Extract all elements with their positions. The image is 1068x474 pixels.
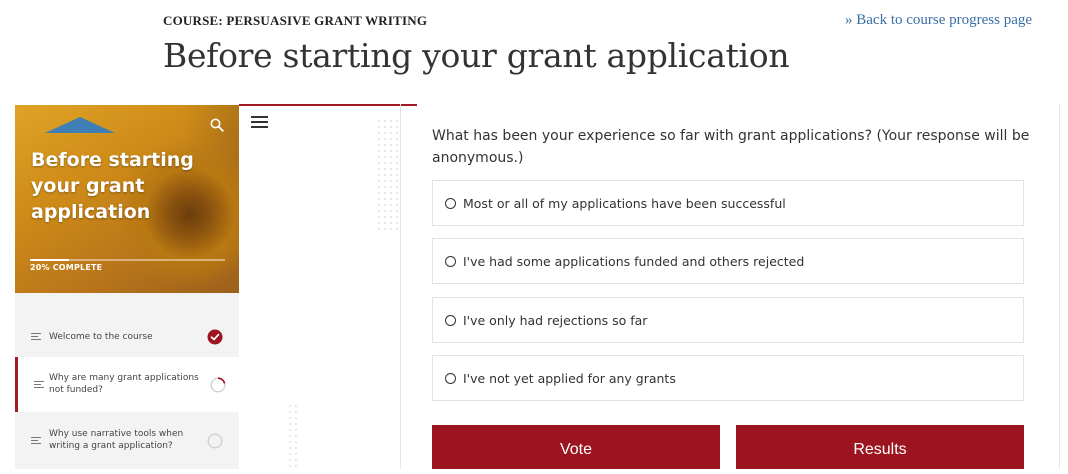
lesson-label: Why are many grant applications not fund… [49, 373, 199, 395]
lesson-list-icon [31, 437, 41, 445]
lesson-list-icon [34, 380, 44, 389]
lesson-item-narrative-tools[interactable]: Why use narrative tools when writing a g… [15, 419, 239, 463]
poll-option[interactable]: I've only had rejections so far [432, 297, 1024, 343]
poll-option-label: Most or all of my applications have been… [463, 196, 786, 211]
radio-icon [445, 315, 456, 326]
lesson-label: Welcome to the course [49, 332, 153, 342]
partial-progress-icon [210, 376, 226, 393]
course-hero-banner: Before starting your grant application 2… [15, 105, 239, 293]
lesson-sidebar: Before starting your grant application 2… [15, 105, 239, 469]
radio-icon [445, 373, 456, 384]
check-circle-icon [207, 329, 223, 345]
poll-option[interactable]: I've not yet applied for any grants [432, 355, 1024, 401]
search-icon[interactable] [210, 118, 224, 132]
empty-circle-icon [207, 433, 223, 449]
page-title: Before starting your grant application [163, 36, 790, 75]
hero-title: Before starting your grant application [31, 149, 194, 223]
back-to-progress-link[interactable]: » Back to course progress page [845, 12, 1068, 29]
progress-text: 20% COMPLETE [30, 263, 103, 272]
course-progress-fill [30, 259, 69, 261]
decorative-dots [287, 403, 301, 469]
lesson-item-why-not-funded[interactable]: Why are many grant applications not fund… [15, 357, 239, 412]
lesson-item-welcome[interactable]: Welcome to the course [15, 323, 239, 351]
decorative-dots [376, 118, 398, 233]
radio-icon [445, 256, 456, 267]
course-label: COURSE: PERSUASIVE GRANT WRITING [163, 13, 428, 28]
menu-icon[interactable] [251, 116, 268, 128]
poll-question: What has been your experience so far wit… [432, 128, 1030, 166]
course-progress-bar [30, 259, 225, 261]
content-border-right [1059, 104, 1060, 469]
radio-icon [445, 198, 456, 209]
lesson-progress-accent [239, 104, 417, 106]
poll-option[interactable]: I've had some applications funded and ot… [432, 238, 1024, 284]
lesson-list-icon [31, 333, 41, 341]
poll-option-label: I've only had rejections so far [463, 313, 648, 328]
poll-option-label: I've had some applications funded and ot… [463, 254, 805, 269]
poll-option-label: I've not yet applied for any grants [463, 371, 676, 386]
content-border-left [400, 104, 401, 469]
vote-button[interactable]: Vote [432, 425, 720, 469]
poll-option[interactable]: Most or all of my applications have been… [432, 180, 1024, 226]
hero-image-sky [45, 117, 115, 133]
results-button[interactable]: Results [736, 425, 1024, 469]
lesson-label: Why use narrative tools when writing a g… [49, 429, 184, 451]
